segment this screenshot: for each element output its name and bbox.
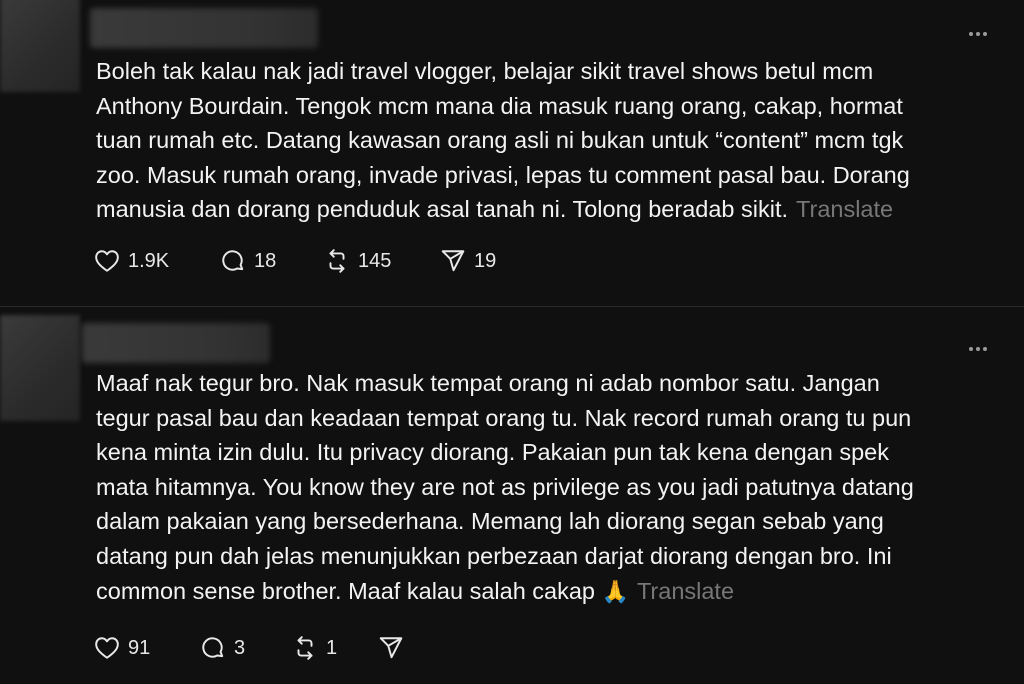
more-icon[interactable] bbox=[967, 335, 988, 355]
post-text-content: Boleh tak kalau nak jadi travel vlogger,… bbox=[96, 58, 910, 223]
like-button[interactable]: 1.9K bbox=[94, 249, 220, 273]
share-button[interactable] bbox=[378, 635, 412, 661]
action-bar: 1.9K 18 145 19 bbox=[94, 248, 496, 274]
comment-icon bbox=[222, 250, 244, 271]
reply-button[interactable]: 3 bbox=[200, 635, 292, 661]
heart-icon bbox=[95, 250, 119, 272]
post-text: Boleh tak kalau nak jadi travel vlogger,… bbox=[96, 54, 996, 227]
avatar[interactable] bbox=[0, 315, 80, 421]
post-2: Maaf nak tegur bro. Nak masuk tempat ora… bbox=[0, 307, 1024, 684]
reply-count: 18 bbox=[254, 249, 277, 272]
heart-icon bbox=[95, 637, 119, 659]
username-redacted[interactable] bbox=[90, 8, 318, 48]
translate-link[interactable]: Translate bbox=[796, 196, 893, 222]
avatar[interactable] bbox=[0, 0, 80, 92]
send-icon bbox=[441, 250, 465, 272]
like-count: 1.9K bbox=[128, 249, 170, 272]
post-text: Maaf nak tegur bro. Nak masuk tempat ora… bbox=[96, 366, 996, 609]
action-bar: 91 3 1 bbox=[94, 635, 412, 661]
share-button[interactable]: 19 bbox=[440, 248, 496, 274]
repost-count: 145 bbox=[358, 249, 392, 272]
pray-emoji: 🙏 bbox=[601, 578, 629, 604]
repost-button[interactable]: 1 bbox=[292, 635, 378, 661]
share-count: 19 bbox=[474, 249, 497, 272]
repost-icon bbox=[297, 636, 313, 660]
post-text-content: Maaf nak tegur bro. Nak masuk tempat ora… bbox=[96, 370, 914, 604]
post-1: Boleh tak kalau nak jadi travel vlogger,… bbox=[0, 0, 1024, 306]
send-icon bbox=[379, 637, 403, 659]
repost-button[interactable]: 145 bbox=[324, 248, 440, 274]
comment-icon bbox=[202, 637, 224, 658]
more-icon[interactable] bbox=[967, 20, 988, 40]
username-redacted[interactable] bbox=[82, 323, 270, 363]
repost-count: 1 bbox=[326, 636, 338, 659]
repost-icon bbox=[329, 249, 345, 273]
like-button[interactable]: 91 bbox=[94, 636, 200, 660]
translate-link[interactable]: Translate bbox=[637, 578, 734, 604]
reply-button[interactable]: 18 bbox=[220, 248, 324, 274]
reply-count: 3 bbox=[234, 636, 246, 659]
like-count: 91 bbox=[128, 636, 151, 659]
